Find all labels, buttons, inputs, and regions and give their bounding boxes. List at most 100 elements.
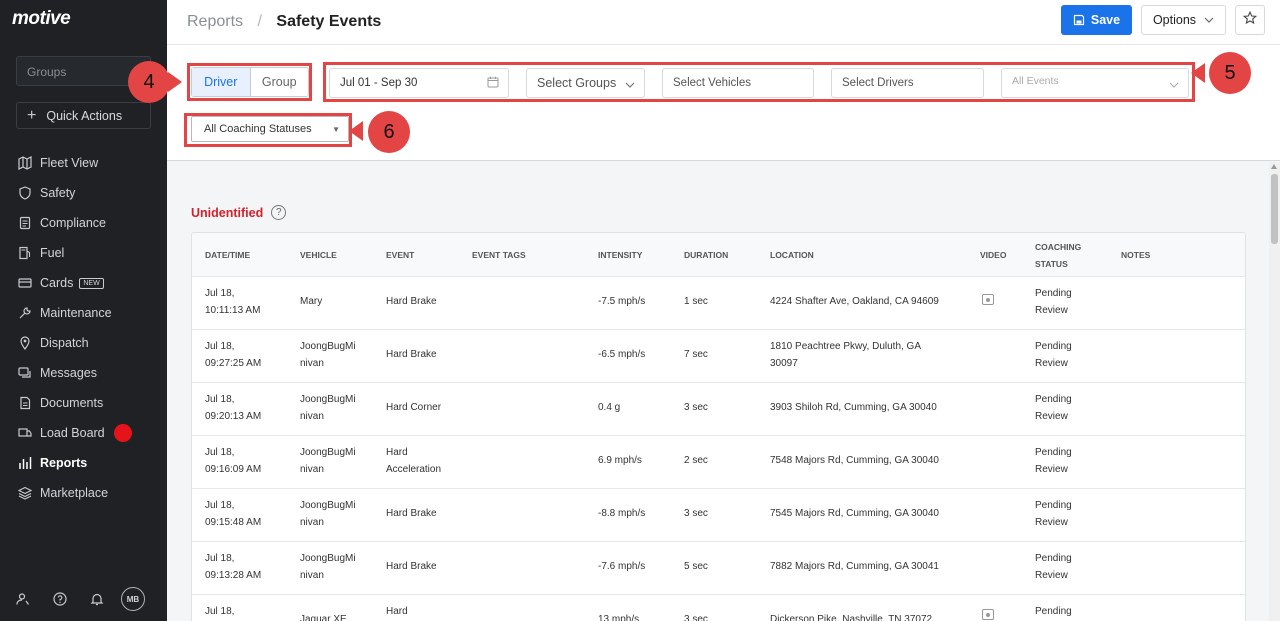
breadcrumb-separator: / (257, 13, 262, 30)
sidebar-item-label: Compliance (40, 216, 107, 230)
toggle-driver[interactable]: Driver (192, 68, 251, 96)
groups-select[interactable]: Select Groups (526, 68, 645, 98)
column-header-datetime[interactable]: DATE/TIME (205, 247, 250, 264)
vehicle-line1: JoongBugMi (300, 553, 356, 564)
breadcrumb: Reports / Safety Events (187, 13, 381, 31)
video-icon[interactable] (982, 609, 994, 620)
vehicle-line2: nivan (300, 569, 324, 581)
sidebar-item-marketplace[interactable]: Marketplace (0, 478, 167, 508)
sidebar-item-load-board[interactable]: Load Board (0, 418, 167, 448)
bell-icon[interactable] (87, 589, 107, 609)
options-button[interactable]: Options (1141, 5, 1226, 35)
cell-duration: 5 sec (684, 561, 708, 572)
sidebar-item-reports[interactable]: Reports (0, 448, 167, 478)
cell-duration: 1 sec (684, 296, 708, 307)
events-select[interactable]: All Events (1001, 68, 1189, 98)
column-header-video[interactable]: VIDEO (980, 247, 1006, 264)
vertical-scrollbar[interactable] (1269, 162, 1280, 621)
drivers-select[interactable]: Select Drivers (831, 68, 984, 98)
help-circle-icon[interactable]: ? (271, 205, 287, 220)
status-line2: Review (1035, 516, 1068, 528)
sidebar-item-messages[interactable]: Messages (0, 358, 167, 388)
cell-event: Hard (386, 606, 408, 617)
scroll-up-arrow-icon[interactable] (1271, 164, 1277, 169)
column-header-event[interactable]: EVENT (386, 247, 414, 264)
cell-coaching-status: Pending Review (1035, 551, 1072, 584)
column-header-duration[interactable]: DURATION (684, 247, 728, 264)
video-icon[interactable] (982, 294, 994, 305)
toggle-group[interactable]: Group (251, 68, 309, 96)
cell-location: 1810 Peachtree Pkwy, Duluth, GA 30097 (770, 339, 921, 372)
main-content: Unidentified ? DATE/TIME VEHICLE EVENT E… (167, 162, 1269, 621)
table-row[interactable]: Jul 18, 10:11:13 AM Mary Hard Brake -7.5 … (192, 277, 1245, 330)
sidebar-item-maintenance[interactable]: Maintenance (0, 298, 167, 328)
sidebar-item-cards[interactable]: Cards NEW (0, 268, 167, 298)
cell-date: Jul 18, (205, 553, 235, 564)
status-line1: Pending (1035, 447, 1072, 458)
sidebar-item-label: Fuel (40, 246, 65, 260)
user-settings-icon[interactable] (13, 589, 33, 609)
quick-actions-button[interactable]: + Quick Actions (16, 102, 151, 129)
cell-vehicle: Jaguar XE (300, 614, 347, 621)
save-button[interactable]: Save (1061, 5, 1132, 35)
cell-event: Hard Acceleration (386, 445, 441, 478)
table-row[interactable]: Jul 18, 09:15:48 AM JoongBugMi nivan Hard … (192, 489, 1245, 542)
scrollbar-thumb[interactable] (1271, 174, 1278, 244)
sidebar-item-label: Cards (40, 276, 74, 290)
cell-duration: 7 sec (684, 349, 708, 360)
cell-intensity: 13 mph/s (598, 614, 640, 621)
column-header-intensity[interactable]: INTENSITY (598, 247, 642, 264)
date-range-picker[interactable]: Jul 01 - Sep 30 (329, 68, 509, 98)
vehicles-select[interactable]: Select Vehicles (662, 68, 814, 98)
cell-event: Hard Brake (386, 561, 437, 572)
sidebar-item-fuel[interactable]: Fuel (0, 238, 167, 268)
cell-datetime: Jul 18, 09:16:09 AM (205, 445, 261, 478)
table-row[interactable]: Jul 18, 09:16:09 AM JoongBugMi nivan Hard A… (192, 436, 1245, 489)
column-header-vehicle[interactable]: VEHICLE (300, 247, 337, 264)
page-title: Safety Events (276, 13, 382, 30)
status-line1: Pending (1035, 394, 1072, 405)
cell-coaching-status: Pending Review (1035, 445, 1072, 478)
column-header-coaching-line2: STATUS (1035, 259, 1068, 269)
page-header: Reports / Safety Events Save Options (167, 0, 1280, 45)
cell-duration: 3 sec (684, 614, 708, 621)
coaching-status-select[interactable]: All Coaching Statuses ▼ (191, 116, 349, 142)
table-row[interactable]: Jul 18, 09:20:13 AM JoongBugMi nivan Hard … (192, 383, 1245, 436)
column-header-location[interactable]: LOCATION (770, 247, 814, 264)
column-header-coaching[interactable]: COACHING STATUS (1035, 239, 1081, 273)
avatar[interactable]: MB (121, 587, 145, 611)
cell-location: Dickerson Pike, Nashville, TN 37072 (770, 614, 933, 621)
sidebar-nav: Fleet View Safety Compliance Fuel Cards … (0, 148, 167, 508)
table-row[interactable]: Jul 18, Jaguar XE Hard 13 mph/s 3 sec Di… (192, 595, 1245, 621)
notification-dot (113, 424, 132, 442)
breadcrumb-reports-link[interactable]: Reports (187, 13, 243, 30)
chevron-down-icon (1169, 80, 1179, 91)
annotation-callout-6: 6 (368, 111, 410, 153)
motive-logo[interactable]: motive (12, 8, 71, 30)
calendar-icon (487, 76, 499, 91)
date-range-value: Jul 01 - Sep 30 (340, 77, 418, 89)
sidebar-footer: MB (0, 585, 167, 613)
table-row[interactable]: Jul 18, 09:13:28 AM JoongBugMi nivan Hard … (192, 542, 1245, 595)
column-header-event-tags[interactable]: EVENT TAGS (472, 247, 526, 264)
sidebar-item-safety[interactable]: Safety (0, 178, 167, 208)
column-header-notes[interactable]: NOTES (1121, 247, 1150, 264)
card-icon (17, 275, 33, 291)
status-line2: Review (1035, 357, 1068, 369)
help-icon[interactable] (50, 589, 70, 609)
cell-event: Hard Brake (386, 296, 437, 307)
chat-icon (17, 365, 33, 381)
cell-time: 10:11:13 AM (205, 304, 261, 316)
sidebar-item-label: Marketplace (40, 486, 109, 500)
sidebar-item-compliance[interactable]: Compliance (0, 208, 167, 238)
sidebar-item-fleet-view[interactable]: Fleet View (0, 148, 167, 178)
vehicle-line2: nivan (300, 463, 324, 475)
table-row[interactable]: Jul 18, 09:27:25 AM JoongBugMi nivan Hard … (192, 330, 1245, 383)
sidebar-item-documents[interactable]: Documents (0, 388, 167, 418)
annotation-callout-5: 5 (1209, 52, 1251, 94)
favorite-button[interactable] (1235, 5, 1265, 35)
cell-coaching-status: Pending Review (1035, 339, 1072, 372)
cell-coaching-status: Pending Review (1035, 286, 1072, 319)
cell-intensity: -7.5 mph/s (598, 296, 646, 307)
sidebar-item-dispatch[interactable]: Dispatch (0, 328, 167, 358)
